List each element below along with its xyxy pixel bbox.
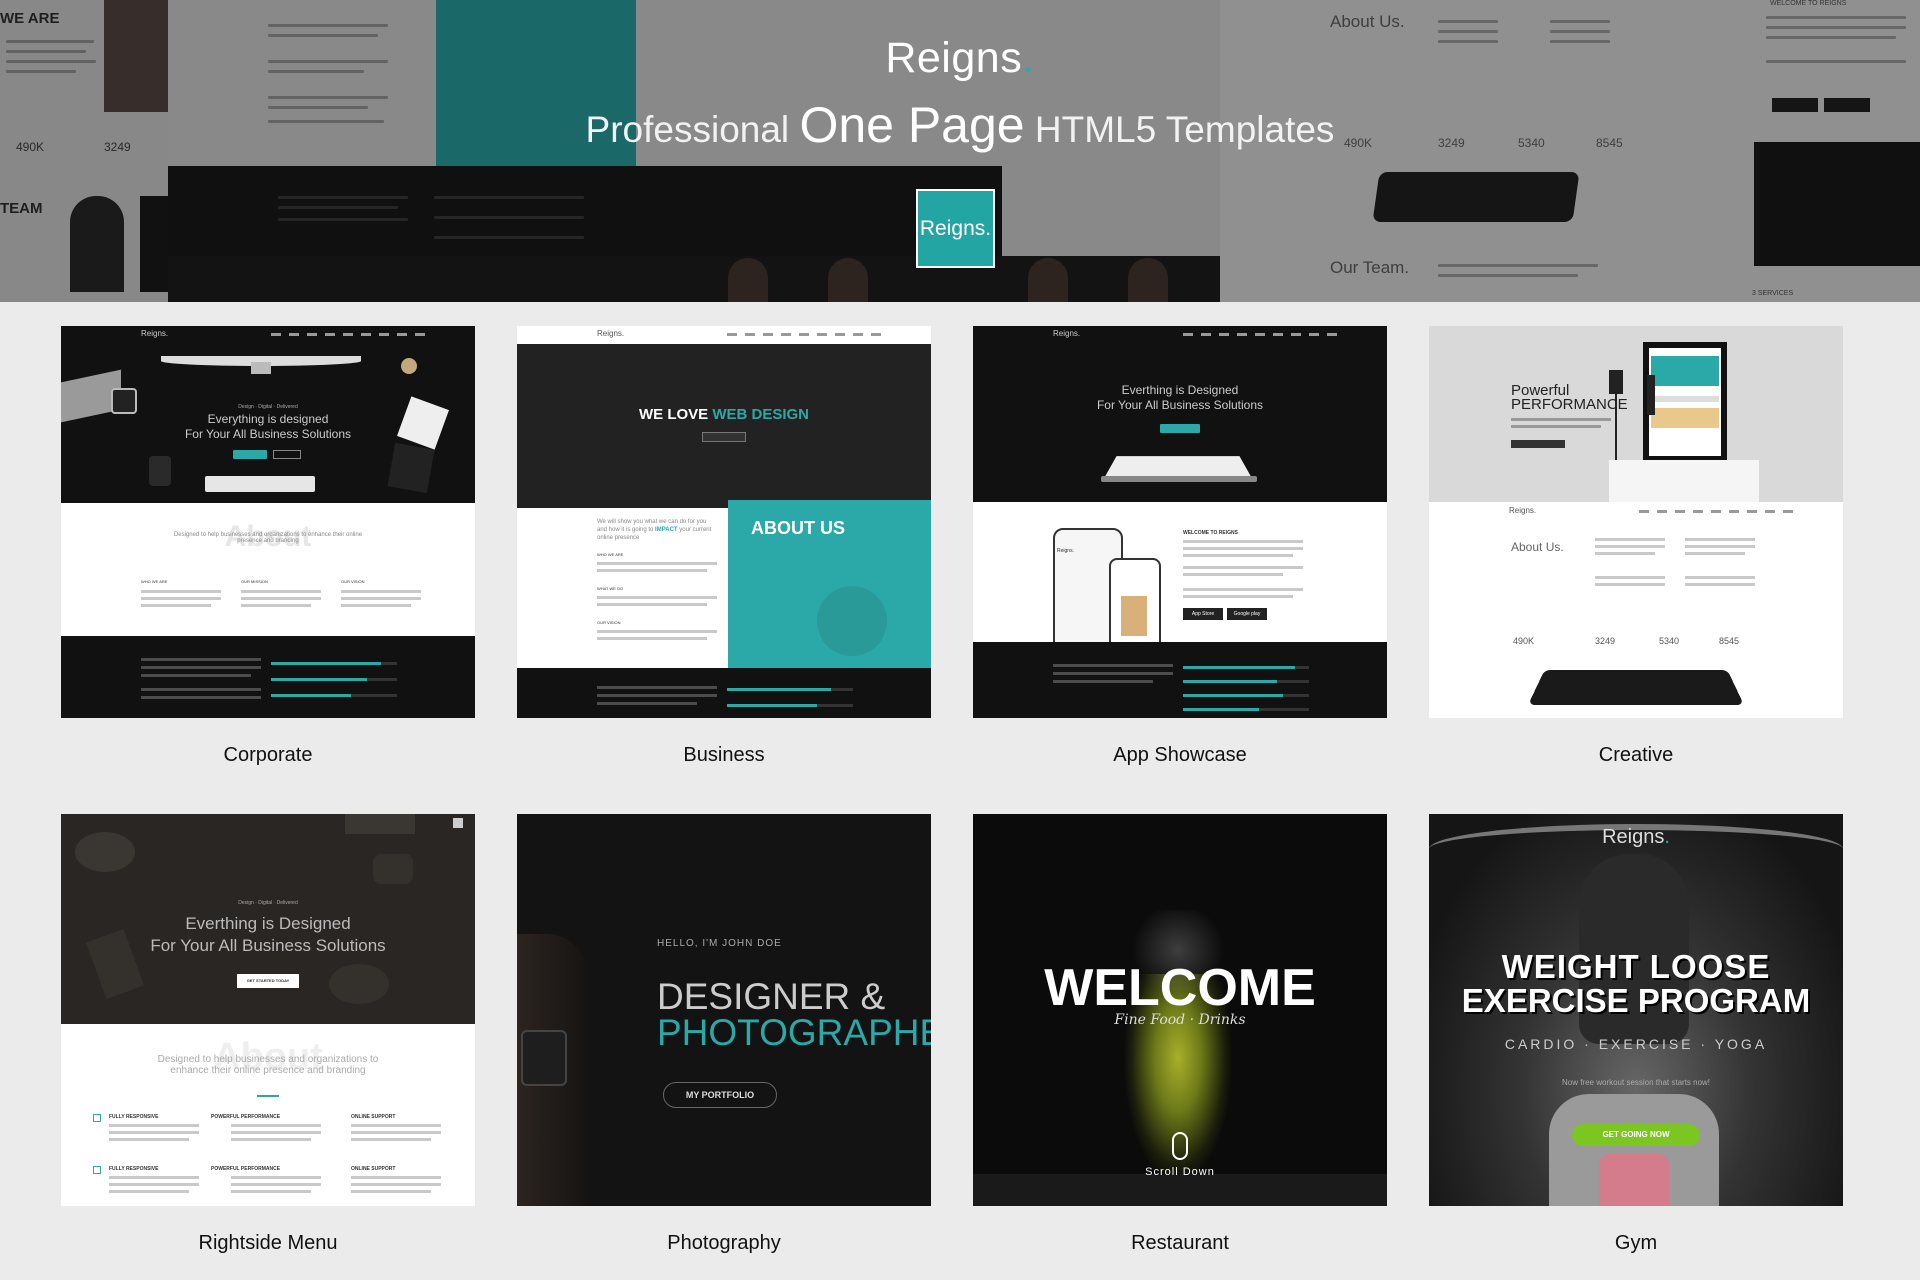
- card-headline: Everthing is Designed: [185, 914, 351, 933]
- card-feature: FULLY RESPONSIVE: [109, 1166, 159, 1172]
- card-stat: 3249: [1595, 636, 1616, 646]
- logo-text: Reigns: [885, 34, 1023, 82]
- template-card-business[interactable]: Reigns. WE LOVE WEB DESIGN ABOUT US We w…: [517, 326, 931, 718]
- card-section-title: ABOUT US: [751, 518, 845, 538]
- template-card-corporate[interactable]: Reigns. Design · Digital · Delivered Eve…: [61, 326, 475, 718]
- card-cta[interactable]: MY PORTFOLIO: [663, 1082, 777, 1108]
- hero-tagline: Professional One Page HTML5 Templates: [0, 96, 1920, 154]
- card-headline: WE LOVE WEB DESIGN: [517, 406, 931, 423]
- card-feature: FULLY RESPONSIVE: [109, 1114, 159, 1120]
- card-sub: Fine Food · Drinks: [1114, 1012, 1246, 1028]
- card-logo: Reigns.: [1509, 506, 1537, 515]
- card-headline: For Your All Business Solutions: [150, 936, 386, 955]
- app-store-button[interactable]: App Store: [1183, 608, 1223, 620]
- card-stat: 8545: [1719, 636, 1740, 646]
- card-logo: Reigns.: [141, 329, 169, 338]
- card-feature: POWERFUL PERFORMANCE: [211, 1166, 281, 1172]
- card-phone-logo: Reigns.: [1057, 548, 1074, 554]
- card-headline: WEIGHT LOOSE: [1501, 948, 1771, 985]
- tagline-post: HTML5 Templates: [1034, 109, 1335, 150]
- template-card-gym[interactable]: Reigns. WEIGHT LOOSE EXERCISE PROGRAM CA…: [1429, 814, 1843, 1206]
- card-section-title: About Us.: [1511, 540, 1564, 554]
- card-section-sub: Designed to help businesses and organiza…: [173, 532, 363, 544]
- logo-dot: .: [1022, 34, 1035, 82]
- card-headline: EXERCISE PROGRAM: [1461, 982, 1811, 1019]
- card-col-title: WHAT WE DO: [597, 586, 624, 591]
- intro-accent: IMPACT: [655, 527, 678, 533]
- card-feature: ONLINE SUPPORT: [351, 1114, 396, 1120]
- template-card-creative[interactable]: Powerful PERFORMANCE Reigns. About Us. 4…: [1429, 326, 1843, 718]
- reigns-badge[interactable]: Reigns.: [916, 189, 995, 268]
- card-headline: Everthing is Designed: [1121, 383, 1239, 397]
- card-stat: 490K: [1513, 636, 1535, 646]
- card-scroll[interactable]: Scroll Down: [973, 1166, 1387, 1178]
- template-card-app-showcase[interactable]: Reigns. Everthing is Designed For Your A…: [973, 326, 1387, 718]
- card-feature: POWERFUL PERFORMANCE: [211, 1114, 281, 1120]
- card-stat: 5340: [1659, 636, 1680, 646]
- card-welcome: WELCOME TO REIGNS: [1183, 530, 1238, 536]
- card-intro: We will show you what we can do for you …: [597, 518, 717, 542]
- tagline-pre: Professional: [585, 109, 790, 150]
- card-cta[interactable]: GET STARTED TODAY: [237, 974, 299, 988]
- template-label[interactable]: Photography: [517, 1232, 931, 1255]
- headline-accent: WEB DESIGN: [712, 406, 810, 423]
- card-logo: Reigns.: [1429, 826, 1843, 849]
- google-play-button[interactable]: Google play: [1227, 608, 1267, 620]
- card-tagline: Design · Digital · Delivered: [238, 900, 298, 906]
- template-card-photography[interactable]: HELLO, I'M JOHN DOE DESIGNER & PHOTOGRAP…: [517, 814, 931, 1206]
- card-headline: For Your All Business Solutions: [1096, 398, 1264, 412]
- card-small: Now free workout session that starts now…: [1561, 1078, 1711, 1087]
- card-intro: HELLO, I'M JOHN DOE: [657, 938, 782, 949]
- tagline-emphasis: One Page: [799, 97, 1025, 153]
- hero-banner: WE ARE 490K 3249 TEAM About Us. 490K 324…: [0, 0, 1920, 302]
- template-label[interactable]: Creative: [1429, 744, 1843, 767]
- hero-logo: Reigns.: [0, 34, 1920, 83]
- card-col-title: OUR VISION: [341, 579, 365, 584]
- card-col-title: OUR MISSION: [241, 579, 268, 584]
- card-tagline: Design · Digital · Delivered: [238, 404, 298, 410]
- card-col-title: WHO WE ARE: [597, 552, 624, 557]
- card-col-title: OUR VISION: [597, 620, 621, 625]
- template-label[interactable]: Rightside Menu: [61, 1232, 475, 1255]
- card-col-title: WHO WE ARE: [141, 579, 168, 584]
- gym-logo-dot: .: [1664, 826, 1670, 848]
- card-section-sub: Designed to help businesses and organiza…: [157, 1054, 379, 1076]
- card-headline: PHOTOGRAPHER: [657, 1012, 931, 1053]
- card-cta[interactable]: GET GOING NOW: [1572, 1124, 1700, 1146]
- card-logo: Reigns.: [1053, 329, 1081, 338]
- card-headline: For Your All Business Solutions: [184, 427, 352, 441]
- card-headline: Everything is designed: [207, 412, 329, 426]
- gym-logo-text: Reigns: [1602, 826, 1665, 848]
- template-label[interactable]: Business: [517, 744, 931, 767]
- card-sub: CARDIO · EXERCISE · YOGA: [1504, 1036, 1768, 1052]
- template-label[interactable]: Restaurant: [973, 1232, 1387, 1255]
- card-feature: ONLINE SUPPORT: [351, 1166, 396, 1172]
- template-label[interactable]: Gym: [1429, 1232, 1843, 1255]
- template-card-rightside-menu[interactable]: Design · Digital · Delivered Everthing i…: [61, 814, 475, 1206]
- scroll-mouse-icon: [1172, 1132, 1188, 1160]
- card-logo: Reigns.: [597, 329, 625, 338]
- template-label[interactable]: App Showcase: [973, 744, 1387, 767]
- headline-pre: WE LOVE: [638, 406, 709, 423]
- card-headline: PERFORMANCE: [1511, 396, 1628, 413]
- card-headline: WELCOME: [1044, 959, 1316, 1017]
- template-card-restaurant[interactable]: WELCOME Fine Food · Drinks Scroll Down: [973, 814, 1387, 1206]
- template-label[interactable]: Corporate: [61, 744, 475, 767]
